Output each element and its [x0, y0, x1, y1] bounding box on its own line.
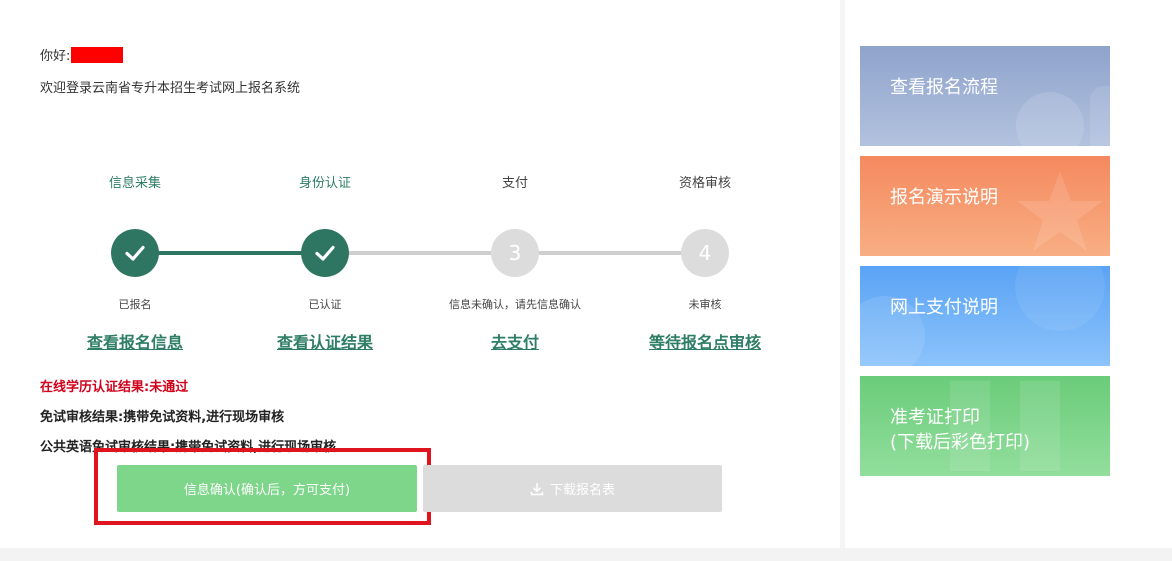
- step-1-check-icon: [111, 229, 159, 277]
- step-1-status: 已报名: [118, 298, 152, 311]
- download-form-button[interactable]: 下载报名表: [423, 465, 722, 512]
- payment-guide-card[interactable]: 网上支付说明: [860, 266, 1110, 366]
- view-registration-link[interactable]: 查看报名信息: [40, 329, 230, 353]
- download-form-label: 下载报名表: [549, 483, 615, 498]
- progress-line-1: [158, 251, 302, 255]
- welcome-text: 欢迎登录云南省专升本招生考试网上报名系统: [40, 81, 301, 96]
- card-4-label: 准考证打印: [890, 407, 980, 428]
- main-panel: 你好: 欢迎登录云南省专升本招生考试网上报名系统 信息采集 身份认证 支付 资格…: [0, 0, 840, 548]
- star-decor-icon: [1017, 171, 1103, 251]
- card-1-label: 查看报名流程: [890, 77, 998, 98]
- card-4-sublabel: (下载后彩色打印): [890, 432, 1031, 453]
- step-1-title: 信息采集: [108, 176, 161, 191]
- decor-shape: [1016, 86, 1110, 146]
- progress-line-3: [538, 251, 682, 255]
- await-review-link[interactable]: 等待报名点审核: [610, 329, 800, 353]
- registration-demo-card[interactable]: 报名演示说明: [860, 156, 1110, 256]
- step-4-number: 4: [681, 229, 729, 277]
- highlight-box: [94, 448, 431, 525]
- step-4-status: 未审核: [688, 298, 722, 311]
- view-auth-result-link[interactable]: 查看认证结果: [230, 329, 420, 353]
- exemption-result: 免试审核结果:携带免试资料,进行现场审核: [40, 410, 285, 425]
- redacted-username: [71, 47, 124, 63]
- step-2-title: 身份认证: [298, 176, 351, 191]
- education-cert-result: 在线学历认证结果:未通过: [40, 380, 189, 395]
- go-pay-link[interactable]: 去支付: [420, 329, 610, 353]
- card-2-label: 报名演示说明: [890, 187, 998, 208]
- card-3-label: 网上支付说明: [890, 297, 998, 318]
- bottom-strip: [0, 548, 1172, 561]
- download-icon: [530, 482, 544, 495]
- step-4-title: 资格审核: [678, 176, 731, 191]
- greeting-label: 你好:: [40, 49, 71, 64]
- step-3-title: 支付: [501, 176, 528, 191]
- greeting: 你好:: [40, 45, 124, 64]
- progress-line-2: [348, 251, 492, 255]
- registration-process-card[interactable]: 查看报名流程: [860, 46, 1110, 146]
- step-3-status: 信息未确认，请先信息确认: [449, 298, 581, 311]
- step-2-status: 已认证: [308, 298, 342, 311]
- step-3-number: 3: [491, 229, 539, 277]
- step-2-check-icon: [301, 229, 349, 277]
- admission-ticket-card[interactable]: 准考证打印 (下载后彩色打印): [860, 376, 1110, 476]
